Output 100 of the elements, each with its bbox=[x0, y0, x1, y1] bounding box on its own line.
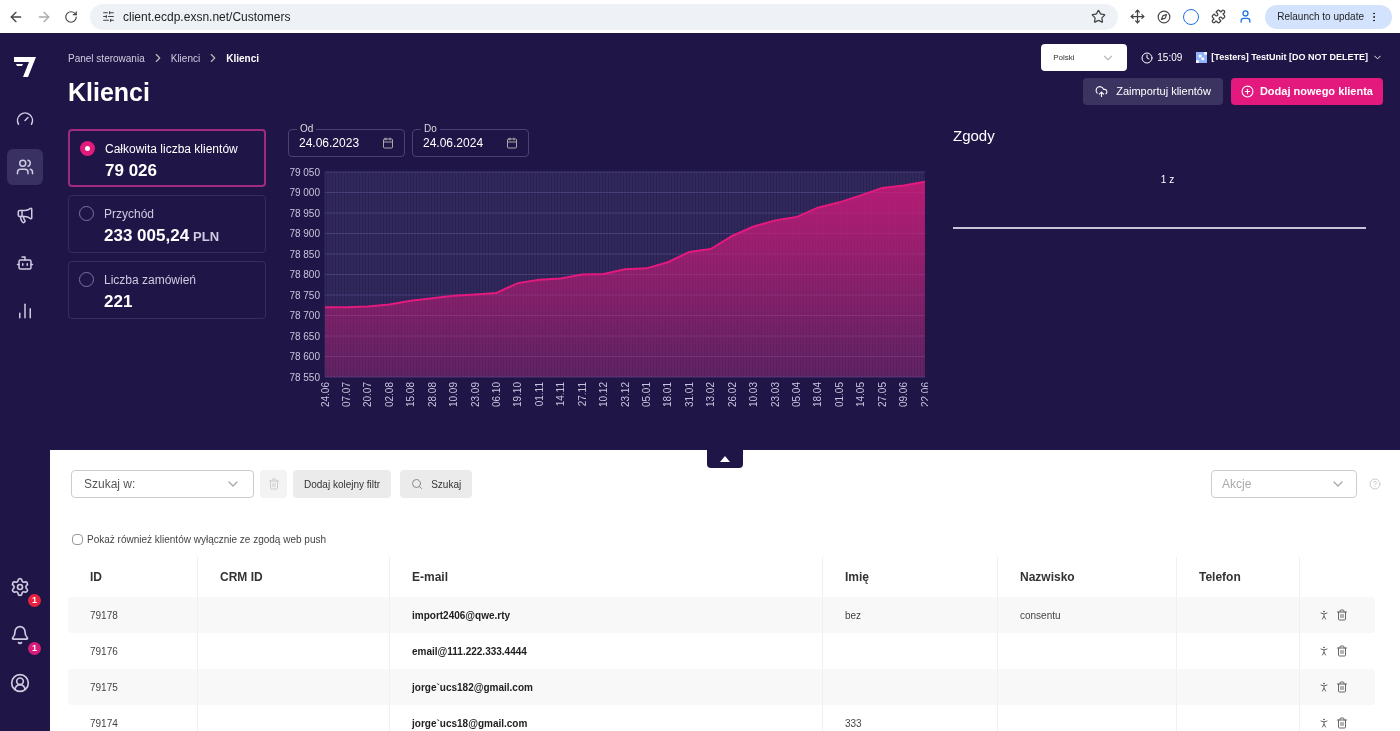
consents-title: Zgody bbox=[953, 125, 996, 146]
site-settings-icon[interactable] bbox=[102, 10, 115, 23]
radio-button[interactable] bbox=[80, 140, 95, 156]
table-cell-text: 79175 bbox=[90, 680, 118, 695]
breadcrumb-link[interactable]: Klienci bbox=[170, 50, 201, 66]
extensions-icon[interactable] bbox=[1211, 9, 1227, 24]
add-filter-button[interactable]: Dodaj kolejny filtr bbox=[293, 470, 392, 498]
reload-icon[interactable] bbox=[64, 9, 78, 24]
y-tick-label: 78 700 bbox=[289, 309, 320, 321]
x-tick-label: 15.08 bbox=[405, 381, 417, 407]
cloud-upload-icon bbox=[1095, 85, 1109, 98]
add-customer-button[interactable]: Dodaj nowego klienta bbox=[1230, 78, 1383, 105]
sidebar-item[interactable]: 1 bbox=[9, 625, 41, 655]
column-header: Telefon bbox=[1199, 569, 1241, 586]
x-tick-label: 07.07 bbox=[340, 381, 352, 407]
x-tick-label: 31.01 bbox=[683, 381, 695, 407]
clock-icon bbox=[1141, 51, 1154, 64]
stat-card[interactable]: Całkowita liczba klientów 79 026 bbox=[68, 128, 266, 187]
y-tick-label: 79 050 bbox=[289, 166, 320, 177]
x-tick-label: 01.05 bbox=[833, 381, 845, 407]
x-tick-label: 18.01 bbox=[662, 381, 674, 407]
stat-card[interactable]: Przychód 233 005,24 PLN bbox=[68, 194, 266, 253]
search-button[interactable]: Szukaj bbox=[400, 470, 473, 498]
date-value: 24.06.2023 bbox=[299, 134, 360, 152]
compass-icon[interactable] bbox=[1157, 9, 1172, 24]
select-placeholder: Akcje bbox=[1222, 476, 1252, 493]
table-cell-text: email@111.222.333.4444 bbox=[412, 644, 527, 659]
x-tick-label: 14.11 bbox=[555, 381, 567, 406]
stat-unit: PLN bbox=[193, 227, 220, 246]
stat-label: Całkowita liczba klientów bbox=[105, 140, 238, 158]
checkbox[interactable] bbox=[72, 534, 83, 545]
account-switcher[interactable]: [Testers] TestUnit [DO NOT DELETE] bbox=[1196, 50, 1383, 65]
stat-value: 233 005,24 bbox=[104, 224, 190, 247]
x-tick-label: 24.06 bbox=[319, 381, 331, 407]
language-select[interactable]: Polski bbox=[1041, 44, 1128, 71]
table-cell-text: 333 bbox=[845, 716, 862, 731]
breadcrumb-link[interactable]: Panel sterowania bbox=[68, 50, 145, 66]
sidebar-item[interactable]: 1 bbox=[9, 577, 41, 607]
trash-icon[interactable] bbox=[1336, 645, 1348, 657]
table-cell-text: consentu bbox=[1020, 608, 1061, 623]
person-icon[interactable] bbox=[1318, 609, 1330, 621]
x-tick-label: 13.02 bbox=[705, 381, 717, 407]
column-header: Imię bbox=[845, 569, 869, 586]
triangle-up-icon bbox=[720, 456, 730, 462]
count-badge: 1 bbox=[28, 642, 41, 655]
stat-label: Przychód bbox=[104, 205, 156, 223]
settings-icon bbox=[10, 577, 30, 597]
trash-icon[interactable] bbox=[1336, 609, 1348, 621]
date-value: 24.06.2024 bbox=[423, 134, 484, 152]
logo-icon bbox=[14, 57, 36, 77]
collapse-button[interactable] bbox=[707, 450, 743, 468]
users-icon bbox=[16, 158, 34, 176]
stat-label: Liczba zamówień bbox=[104, 271, 197, 289]
x-tick-label: 05.01 bbox=[640, 381, 652, 407]
y-tick-label: 78 950 bbox=[289, 207, 320, 218]
x-tick-label: 27.05 bbox=[876, 381, 888, 407]
search-in-select[interactable]: Szukaj w: bbox=[71, 470, 254, 498]
person-icon[interactable] bbox=[1318, 681, 1330, 693]
table-cell-text: 79176 bbox=[90, 644, 118, 659]
move-icon[interactable] bbox=[1130, 9, 1146, 24]
address-bar[interactable]: client.ecdp.exsn.net/Customers bbox=[90, 3, 1119, 30]
checkbox-label: Pokaż również klientów wyłącznie ze zgodą web push bbox=[87, 533, 326, 547]
breadcrumb-current: Klienci bbox=[226, 51, 259, 66]
calendar-icon bbox=[506, 136, 518, 149]
x-tick-label: 05.04 bbox=[790, 381, 802, 407]
x-tick-label: 10.09 bbox=[448, 381, 460, 407]
person-icon[interactable] bbox=[1318, 645, 1330, 657]
y-tick-label: 78 900 bbox=[289, 227, 320, 239]
profile-avatar-icon[interactable] bbox=[1238, 9, 1254, 24]
bookmark-star-icon[interactable] bbox=[1091, 9, 1107, 24]
x-tick-label: 19.10 bbox=[512, 381, 524, 407]
table-cell-text: jorge`ucs182@gmail.com bbox=[412, 680, 533, 695]
trash-icon[interactable] bbox=[1336, 681, 1348, 693]
import-button[interactable]: Zaimportuj klientów bbox=[1083, 78, 1223, 105]
x-tick-label: 22.06 bbox=[919, 381, 928, 407]
column-header: Nazwisko bbox=[1020, 569, 1075, 586]
clock-time: 15:09 bbox=[1157, 51, 1183, 65]
table-cell-text: 79178 bbox=[90, 608, 118, 623]
workspace-icon bbox=[1196, 52, 1208, 63]
x-tick-label: 23.09 bbox=[469, 381, 481, 407]
column-header: ID bbox=[90, 569, 102, 586]
trash-icon[interactable] bbox=[1336, 717, 1348, 729]
sidebar-item[interactable] bbox=[7, 149, 43, 185]
y-tick-label: 78 800 bbox=[289, 268, 320, 280]
relaunch-button[interactable]: Relaunch to update bbox=[1265, 4, 1392, 29]
search-icon bbox=[411, 478, 424, 490]
x-tick-label: 23.03 bbox=[769, 381, 781, 407]
url-text: client.ecdp.exsn.net/Customers bbox=[123, 8, 291, 26]
x-tick-label: 26.02 bbox=[726, 381, 738, 407]
table-cell-text: import2406@qwe.rty bbox=[412, 608, 511, 623]
person-icon[interactable] bbox=[1318, 717, 1330, 729]
y-tick-label: 78 750 bbox=[289, 289, 320, 300]
stat-card[interactable]: Liczba zamówień 221 bbox=[68, 260, 266, 319]
calendar-icon bbox=[382, 136, 394, 149]
x-tick-label: 09.06 bbox=[898, 381, 910, 407]
plus-circle-icon bbox=[1240, 85, 1254, 98]
bar-chart-icon bbox=[16, 302, 34, 320]
table-cell-text: jorge`ucs18@gmail.com bbox=[412, 716, 528, 731]
table-cell-text: bez bbox=[845, 608, 862, 623]
bell-icon bbox=[10, 625, 30, 645]
